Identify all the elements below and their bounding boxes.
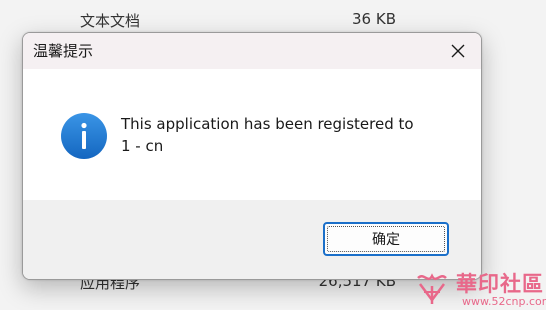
file-name: 文本文档 xyxy=(80,12,141,30)
dialog-message: This application has been registered to … xyxy=(121,115,414,155)
message-dialog: 温馨提示 This application has been registere… xyxy=(22,32,482,280)
dialog-content: This application has been registered to … xyxy=(23,69,481,200)
info-icon xyxy=(61,113,107,159)
ok-button-label: 确定 xyxy=(372,232,400,248)
dialog-title: 温馨提示 xyxy=(33,42,94,60)
close-button[interactable] xyxy=(435,33,481,69)
file-row[interactable]: 文本文档 36 KB xyxy=(0,6,546,34)
file-size: 36 KB xyxy=(352,10,396,28)
ok-button[interactable]: 确定 xyxy=(323,222,449,256)
dialog-footer: 确定 xyxy=(23,200,481,279)
close-icon xyxy=(451,44,465,58)
watermark-logo-icon xyxy=(417,273,447,304)
watermark: 華印社區 www.52cnp.com xyxy=(414,268,546,310)
watermark-url: www.52cnp.com xyxy=(462,295,546,308)
dialog-titlebar[interactable]: 温馨提示 xyxy=(23,33,481,69)
watermark-title: 華印社區 xyxy=(456,271,544,296)
